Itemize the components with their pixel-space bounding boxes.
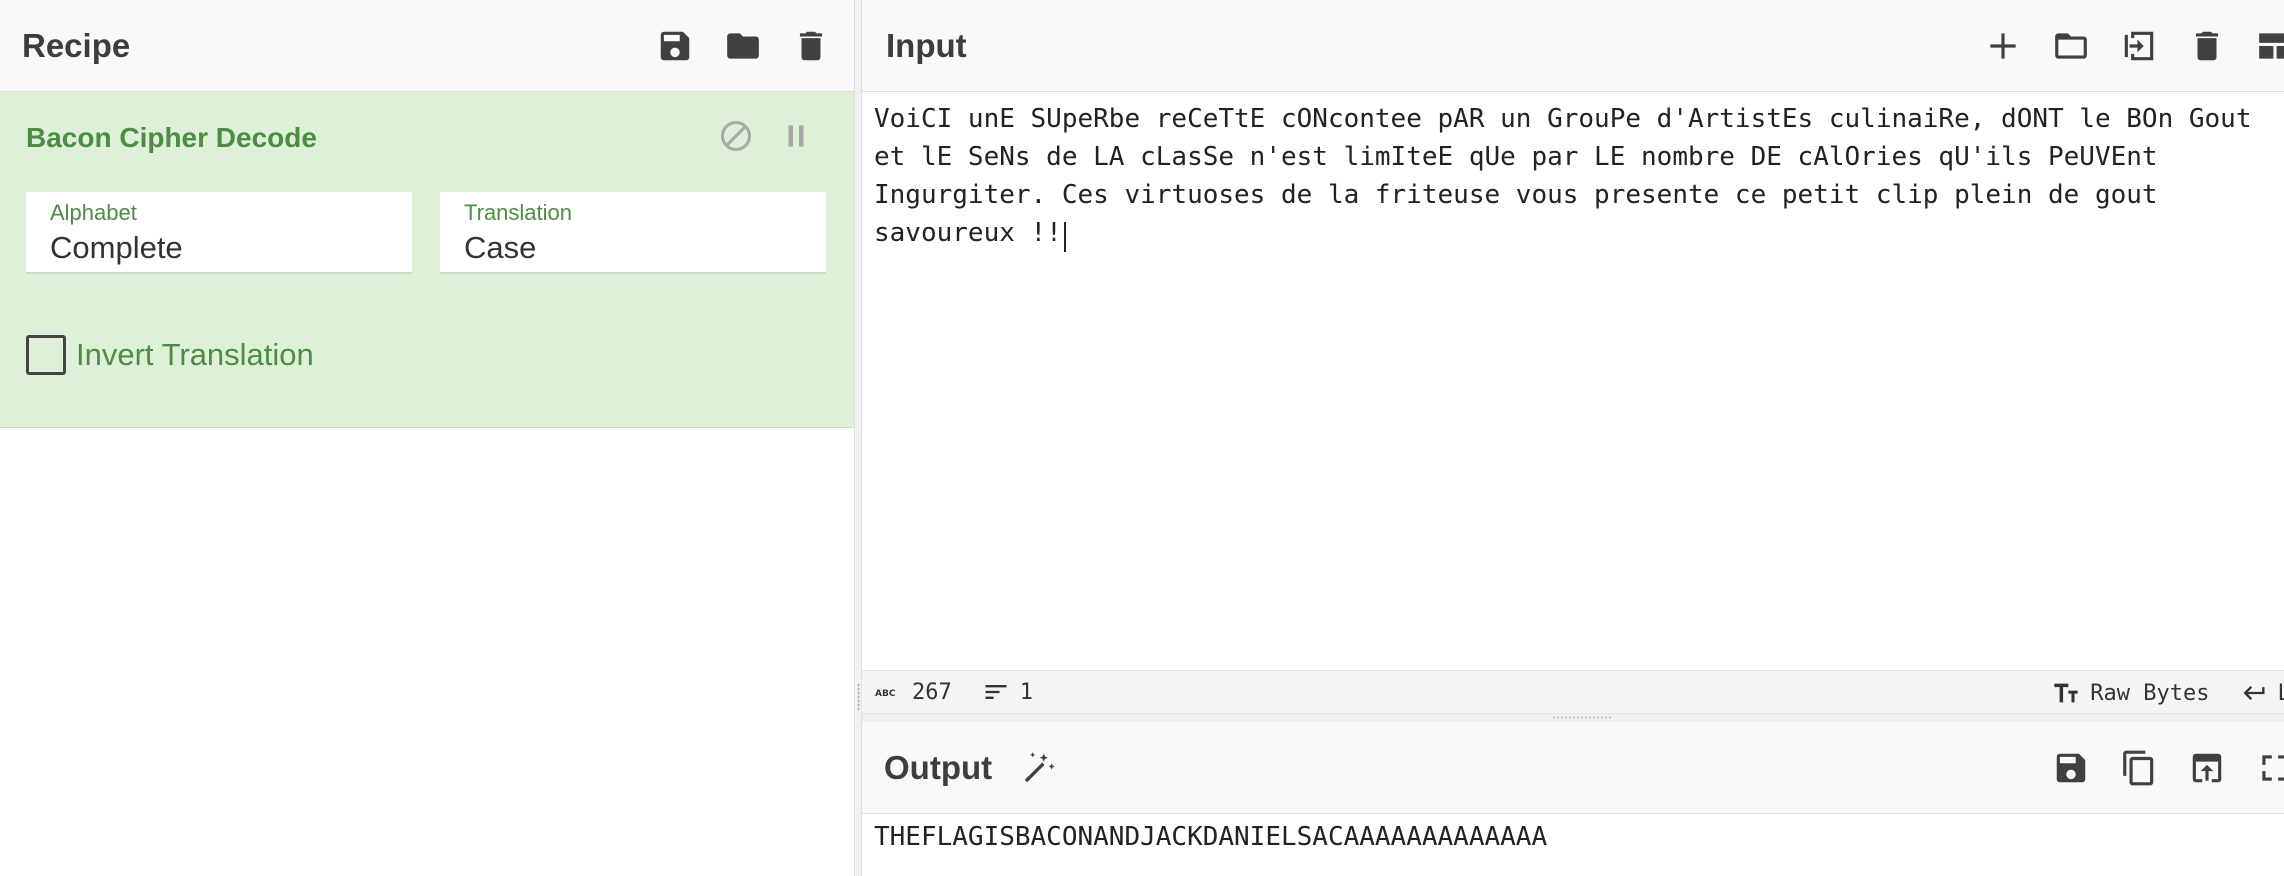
pause-icon[interactable] — [778, 118, 814, 159]
alphabet-value: Complete — [50, 230, 183, 265]
input-text: VoiCI unE SUpeRbe reCeTtE cONcontee pAR … — [874, 104, 2268, 248]
encoding-selector[interactable]: Raw Bytes — [2052, 679, 2210, 707]
invert-translation-row: Invert Translation — [26, 335, 314, 375]
magic-wand-icon[interactable] — [1018, 747, 1060, 789]
input-status-bar: ABC 267 1 Raw Bytes LF — [862, 670, 2284, 714]
save-icon[interactable] — [654, 25, 696, 67]
alphabet-label: Alphabet — [50, 200, 137, 225]
io-pane: Input VoiCI unE SUpeRbe reCeTtE cONconte… — [862, 0, 2284, 876]
replace-input-icon[interactable] — [2186, 747, 2228, 789]
load-file-icon[interactable] — [2118, 25, 2160, 67]
folder-icon[interactable] — [722, 25, 764, 67]
text-caret — [1063, 221, 1066, 252]
translation-select[interactable]: Translation Case — [440, 192, 826, 274]
recipe-header: Recipe — [0, 0, 854, 92]
lines-icon — [985, 685, 1007, 699]
eol-selector[interactable]: LF — [2240, 679, 2284, 707]
eol-value: LF — [2278, 681, 2284, 706]
invert-translation-label[interactable]: Invert Translation — [76, 337, 314, 373]
plus-icon[interactable] — [1982, 25, 2024, 67]
bacon-cipher-operation[interactable]: Bacon Cipher Decode Alphabet Complete Tr… — [0, 92, 854, 428]
input-header: Input — [862, 0, 2284, 92]
output-text: THEFLAGISBACONANDJACKDANIELSACAAAAAAAAAA… — [874, 822, 1548, 852]
length-icon: ABC — [875, 689, 896, 699]
translation-value: Case — [464, 230, 537, 265]
invert-translation-checkbox[interactable] — [26, 335, 66, 375]
save-icon[interactable] — [2050, 747, 2092, 789]
svg-text:ABC: ABC — [875, 689, 896, 699]
horizontal-splitter[interactable] — [862, 714, 2284, 722]
translation-label: Translation — [464, 200, 573, 225]
output-header: Output — [862, 722, 2284, 814]
input-length: 267 — [912, 679, 952, 705]
operation-title: Bacon Cipher Decode — [26, 122, 317, 153]
alphabet-select[interactable]: Alphabet Complete — [26, 192, 412, 274]
trash-icon[interactable] — [2186, 25, 2228, 67]
input-title: Input — [886, 26, 967, 64]
maximize-icon[interactable] — [2254, 747, 2284, 789]
vertical-splitter[interactable] — [854, 0, 862, 876]
folder-icon[interactable] — [2050, 25, 2092, 67]
trash-icon[interactable] — [790, 25, 832, 67]
return-icon — [2243, 686, 2264, 700]
encoding-value: Raw Bytes — [2090, 680, 2210, 706]
output-title: Output — [884, 748, 993, 786]
input-lines: 1 — [1019, 679, 1033, 705]
layout-icon[interactable] — [2254, 25, 2284, 67]
disable-icon[interactable] — [718, 118, 754, 159]
recipe-title: Recipe — [22, 26, 131, 64]
input-textarea[interactable]: VoiCI unE SUpeRbe reCeTtE cONcontee pAR … — [862, 92, 2284, 670]
recipe-pane: Recipe Bacon Cipher Decode Alphabet Comp… — [0, 0, 854, 876]
text-size-icon — [2054, 683, 2078, 703]
copy-icon[interactable] — [2118, 747, 2160, 789]
